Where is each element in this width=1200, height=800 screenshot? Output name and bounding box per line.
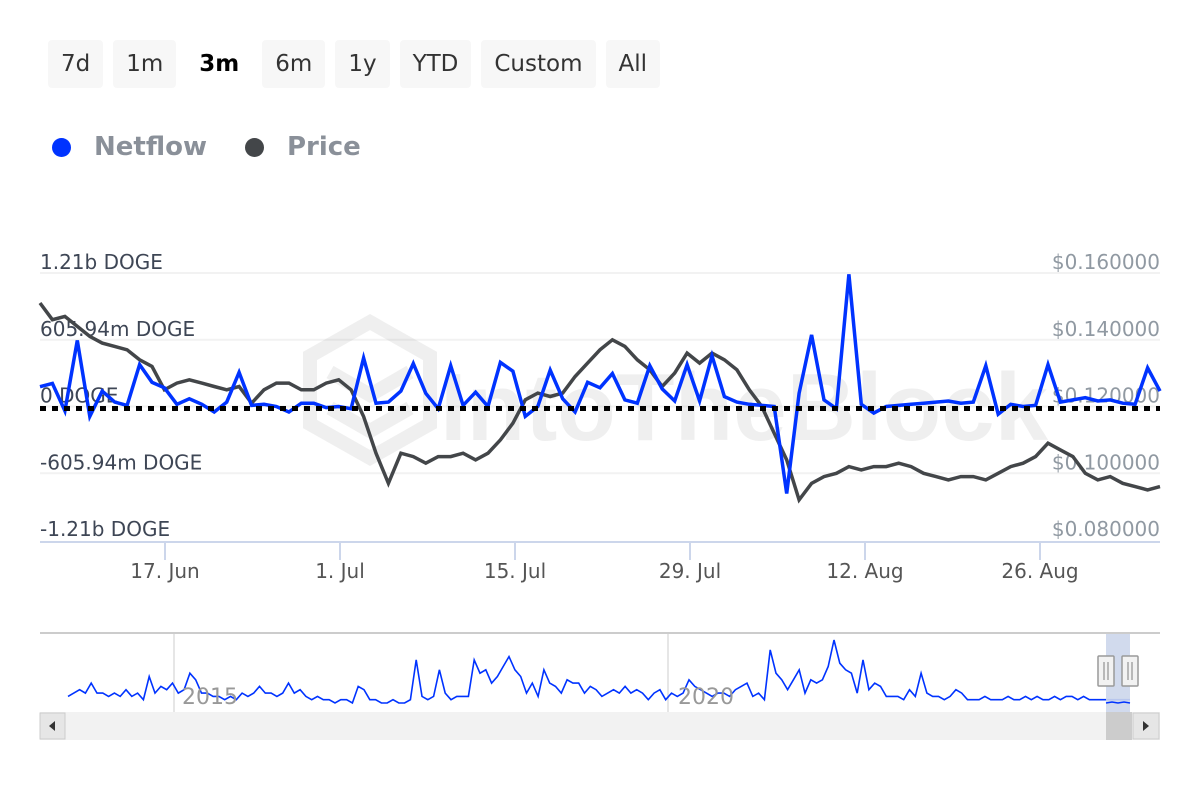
navigator-year-label: 2015 xyxy=(182,685,238,710)
x-axis-tick-label: 12. Aug xyxy=(826,559,903,583)
right-axis-tick-label: $0.120000 xyxy=(1052,384,1160,408)
chart-svg: IntoTheBlock 1.21b DOGE605.94m DOGE0 DOG… xyxy=(38,250,1162,740)
left-axis-tick-label: -1.21b DOGE xyxy=(40,517,170,541)
right-axis-tick-label: $0.160000 xyxy=(1052,250,1160,274)
x-axis-tick-label: 17. Jun xyxy=(130,559,199,583)
navigator-left-handle[interactable] xyxy=(1097,655,1115,687)
x-axis-tick-label: 29. Jul xyxy=(659,559,721,583)
scroll-left-button[interactable] xyxy=(39,712,66,740)
navigator: 2015 2020 xyxy=(39,632,1160,740)
right-axis-tick-label: $0.140000 xyxy=(1052,317,1160,341)
scrollbar-track[interactable] xyxy=(40,712,1160,740)
scroll-right-button[interactable] xyxy=(1132,712,1160,740)
scrollbar-thumb[interactable] xyxy=(1106,712,1132,740)
navigator-right-handle[interactable] xyxy=(1121,655,1139,687)
left-axis-tick-label: 605.94m DOGE xyxy=(40,317,195,341)
left-axis-tick-label: -605.94m DOGE xyxy=(40,450,202,474)
x-axis-tick-label: 15. Jul xyxy=(484,559,546,583)
series-layer xyxy=(38,274,1162,504)
x-axis-tick-label: 26. Aug xyxy=(1001,559,1078,583)
right-axis-tick-label: $0.080000 xyxy=(1052,517,1160,541)
x-axis-tick-label: 1. Jul xyxy=(315,559,365,583)
left-axis-tick-label: 1.21b DOGE xyxy=(40,250,163,274)
navigator-year-label: 2020 xyxy=(678,685,734,710)
